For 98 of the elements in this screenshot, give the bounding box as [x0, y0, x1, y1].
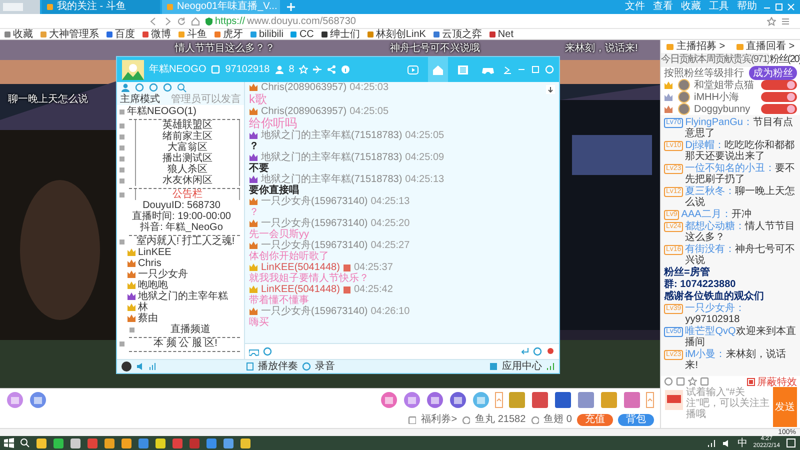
bookmark[interactable]: 虎牙: [214, 28, 243, 40]
channel-item[interactable]: 年糕NEOGO(1): [127, 106, 196, 117]
channel-name: 年糕NEOGO: [149, 64, 206, 76]
user-item[interactable]: LinKEE: [138, 247, 172, 258]
rank-tab[interactable]: 贵宾(971): [733, 53, 770, 67]
message-text: ？: [249, 141, 259, 152]
bookmark[interactable]: 斗鱼: [178, 28, 207, 40]
rank-tab[interactable]: 本周贡献: [697, 53, 733, 67]
danmaku-text: 神舟七号可不兴说哦: [390, 43, 480, 55]
user-item[interactable]: 咆咆咆: [138, 280, 168, 291]
room-item[interactable]: 大富翁区: [135, 142, 240, 153]
bookmark[interactable]: CC: [290, 28, 314, 40]
chat-message: 一位不知名的小丑：要不先把刷子扔了: [685, 163, 796, 185]
rank-title: 按照粉丝等级排行: [664, 66, 744, 80]
chat-message: 一只少女舟： yy97102918: [685, 303, 746, 325]
fan-name: 和堂姐带点猫: [694, 78, 755, 92]
chat-message: 夏三秋冬：聊一晚上天怎么说: [685, 186, 796, 208]
coupon-link[interactable]: 福利券>: [421, 414, 458, 426]
message-time: 04:25:13: [370, 196, 410, 207]
bookmark[interactable]: bilibili: [250, 28, 284, 40]
message-text: 带着懂不懂事: [249, 295, 309, 306]
room-item[interactable]: 室内就人! 打工人之魂!: [127, 236, 244, 247]
bookmark[interactable]: 大神管理系: [40, 28, 99, 40]
info-text: DouyuID: 568730: [142, 200, 222, 211]
overlay-text: 群: 1074223880: [664, 279, 737, 290]
block-effects-toggle[interactable]: 屏蔽特效: [747, 374, 797, 388]
message-text: ？: [249, 207, 259, 218]
info-text: 直播时间: 19:00-00:00: [131, 211, 232, 222]
user-name[interactable]: LinKEE(5041448): [261, 284, 340, 295]
channel-id: 97102918: [225, 64, 270, 76]
footer-button[interactable]: 录音: [315, 360, 335, 373]
message-time: 04:26:10: [370, 306, 410, 317]
user-item[interactable]: 蔡由: [138, 313, 158, 324]
message-text: 先一会贝斯yy: [249, 229, 309, 240]
room-item[interactable]: 播出测试区: [135, 153, 240, 164]
user-item[interactable]: 一只少女舟: [138, 269, 188, 280]
chat-message: Dj绿帽：吃吃吃你和都都那天还要说出来了: [685, 140, 796, 162]
ime-indicator[interactable]: 中: [737, 436, 748, 450]
message-time: 04:25:09: [405, 152, 444, 163]
message-time: 04:25:42: [354, 284, 393, 295]
fin-balance: 鱼翅 0: [544, 414, 572, 426]
online-count: 8: [288, 64, 294, 76]
message-time: 04:25:05: [350, 106, 389, 117]
danmaku-text: 情人节节目这么多？？: [175, 43, 275, 55]
bookmark[interactable]: 百度: [106, 28, 135, 40]
message-time: 04:25:27: [370, 240, 410, 251]
join-fans-button[interactable]: 成为粉丝: [749, 66, 797, 80]
message-time: 04:25:05: [405, 130, 444, 141]
mode-notice: 管理员可以发言: [171, 94, 241, 105]
chat-message: 有街没有：神舟七号可不兴说: [685, 244, 796, 266]
room-item[interactable]: 狼人杀区: [135, 164, 240, 175]
message-text: 要你直接唱: [249, 185, 299, 196]
fan-name: iMHH小海: [694, 90, 740, 104]
mode-label[interactable]: 主席模式: [120, 94, 160, 105]
address-field[interactable]: https:// www.douyu.com/568730: [205, 14, 625, 28]
room-item[interactable]: 绪前家主区: [135, 131, 240, 142]
user-item[interactable]: 林: [138, 302, 148, 313]
chat-message: iM小曼：来林刻，说话来!: [685, 349, 787, 371]
message-text: 体创你开始听歌了: [249, 251, 329, 262]
room-item[interactable]: 公告栏: [135, 189, 240, 200]
bookmark[interactable]: 林刻创LinK: [366, 28, 426, 40]
message-text: 给你听吗: [249, 116, 297, 130]
overlay-text: 感谢各位铁血的观众们: [664, 291, 765, 302]
bookmark[interactable]: 微博: [142, 28, 171, 40]
message-time: 04:25:20: [370, 218, 410, 229]
bookmark[interactable]: 绅士们: [320, 28, 360, 40]
overlay-text: 粉丝=房管: [664, 267, 711, 278]
danmaku-text: 聊一晚上天怎么说: [8, 94, 88, 106]
message-time: 04:25:13: [405, 174, 444, 185]
header-link[interactable]: 直播回看 >: [736, 40, 795, 52]
message-time: 04:25:37: [354, 262, 393, 273]
fish-ball-balance: 鱼丸 21582: [475, 414, 526, 426]
user-name[interactable]: LinKEE(5041448): [261, 262, 340, 273]
bookmark[interactable]: 收藏: [4, 28, 33, 40]
chat-message: FlyingPanGu：节目有点意思了: [685, 117, 794, 139]
danmaku-text: 来林刻，说话来!: [565, 43, 638, 55]
footer-button[interactable]: 应用中心: [502, 360, 542, 373]
message-text: k歌: [249, 92, 267, 106]
bookmark[interactable]: 云顶之弈: [432, 28, 482, 40]
footer-button[interactable]: 播放伴奏: [258, 360, 298, 373]
chat-message: AAA二月：开冲: [681, 209, 752, 220]
bookmark[interactable]: Net: [488, 28, 514, 40]
message-text: 不要: [249, 163, 269, 174]
user-item[interactable]: Chris: [138, 258, 162, 269]
header-link[interactable]: 主播招募 >: [666, 40, 726, 52]
message-time: 04:25:03: [350, 82, 389, 93]
room-item[interactable]: 本 频 公 服 区!: [127, 338, 244, 349]
chat-message: 唯芒型QvQ欢迎来到本直播间: [685, 326, 797, 348]
channel-item[interactable]: 直播频道: [137, 324, 244, 335]
rank-tab[interactable]: 今日贡献: [661, 53, 697, 67]
message-text: 就我我姐子要情人节快乐？: [249, 273, 369, 284]
fan-name: Doggybunny: [694, 104, 752, 114]
room-item[interactable]: 英雄联盟区: [135, 120, 240, 131]
room-item[interactable]: 水友休闲区: [135, 175, 240, 186]
user-item[interactable]: 地狱之门的主宰年糕: [138, 291, 228, 302]
info-text: 抖音: 年糕_NeoGo: [139, 222, 224, 233]
chat-message: 都想心动糖：情人节节目这么多？: [685, 221, 796, 243]
message-text: 嗨买: [249, 317, 269, 328]
